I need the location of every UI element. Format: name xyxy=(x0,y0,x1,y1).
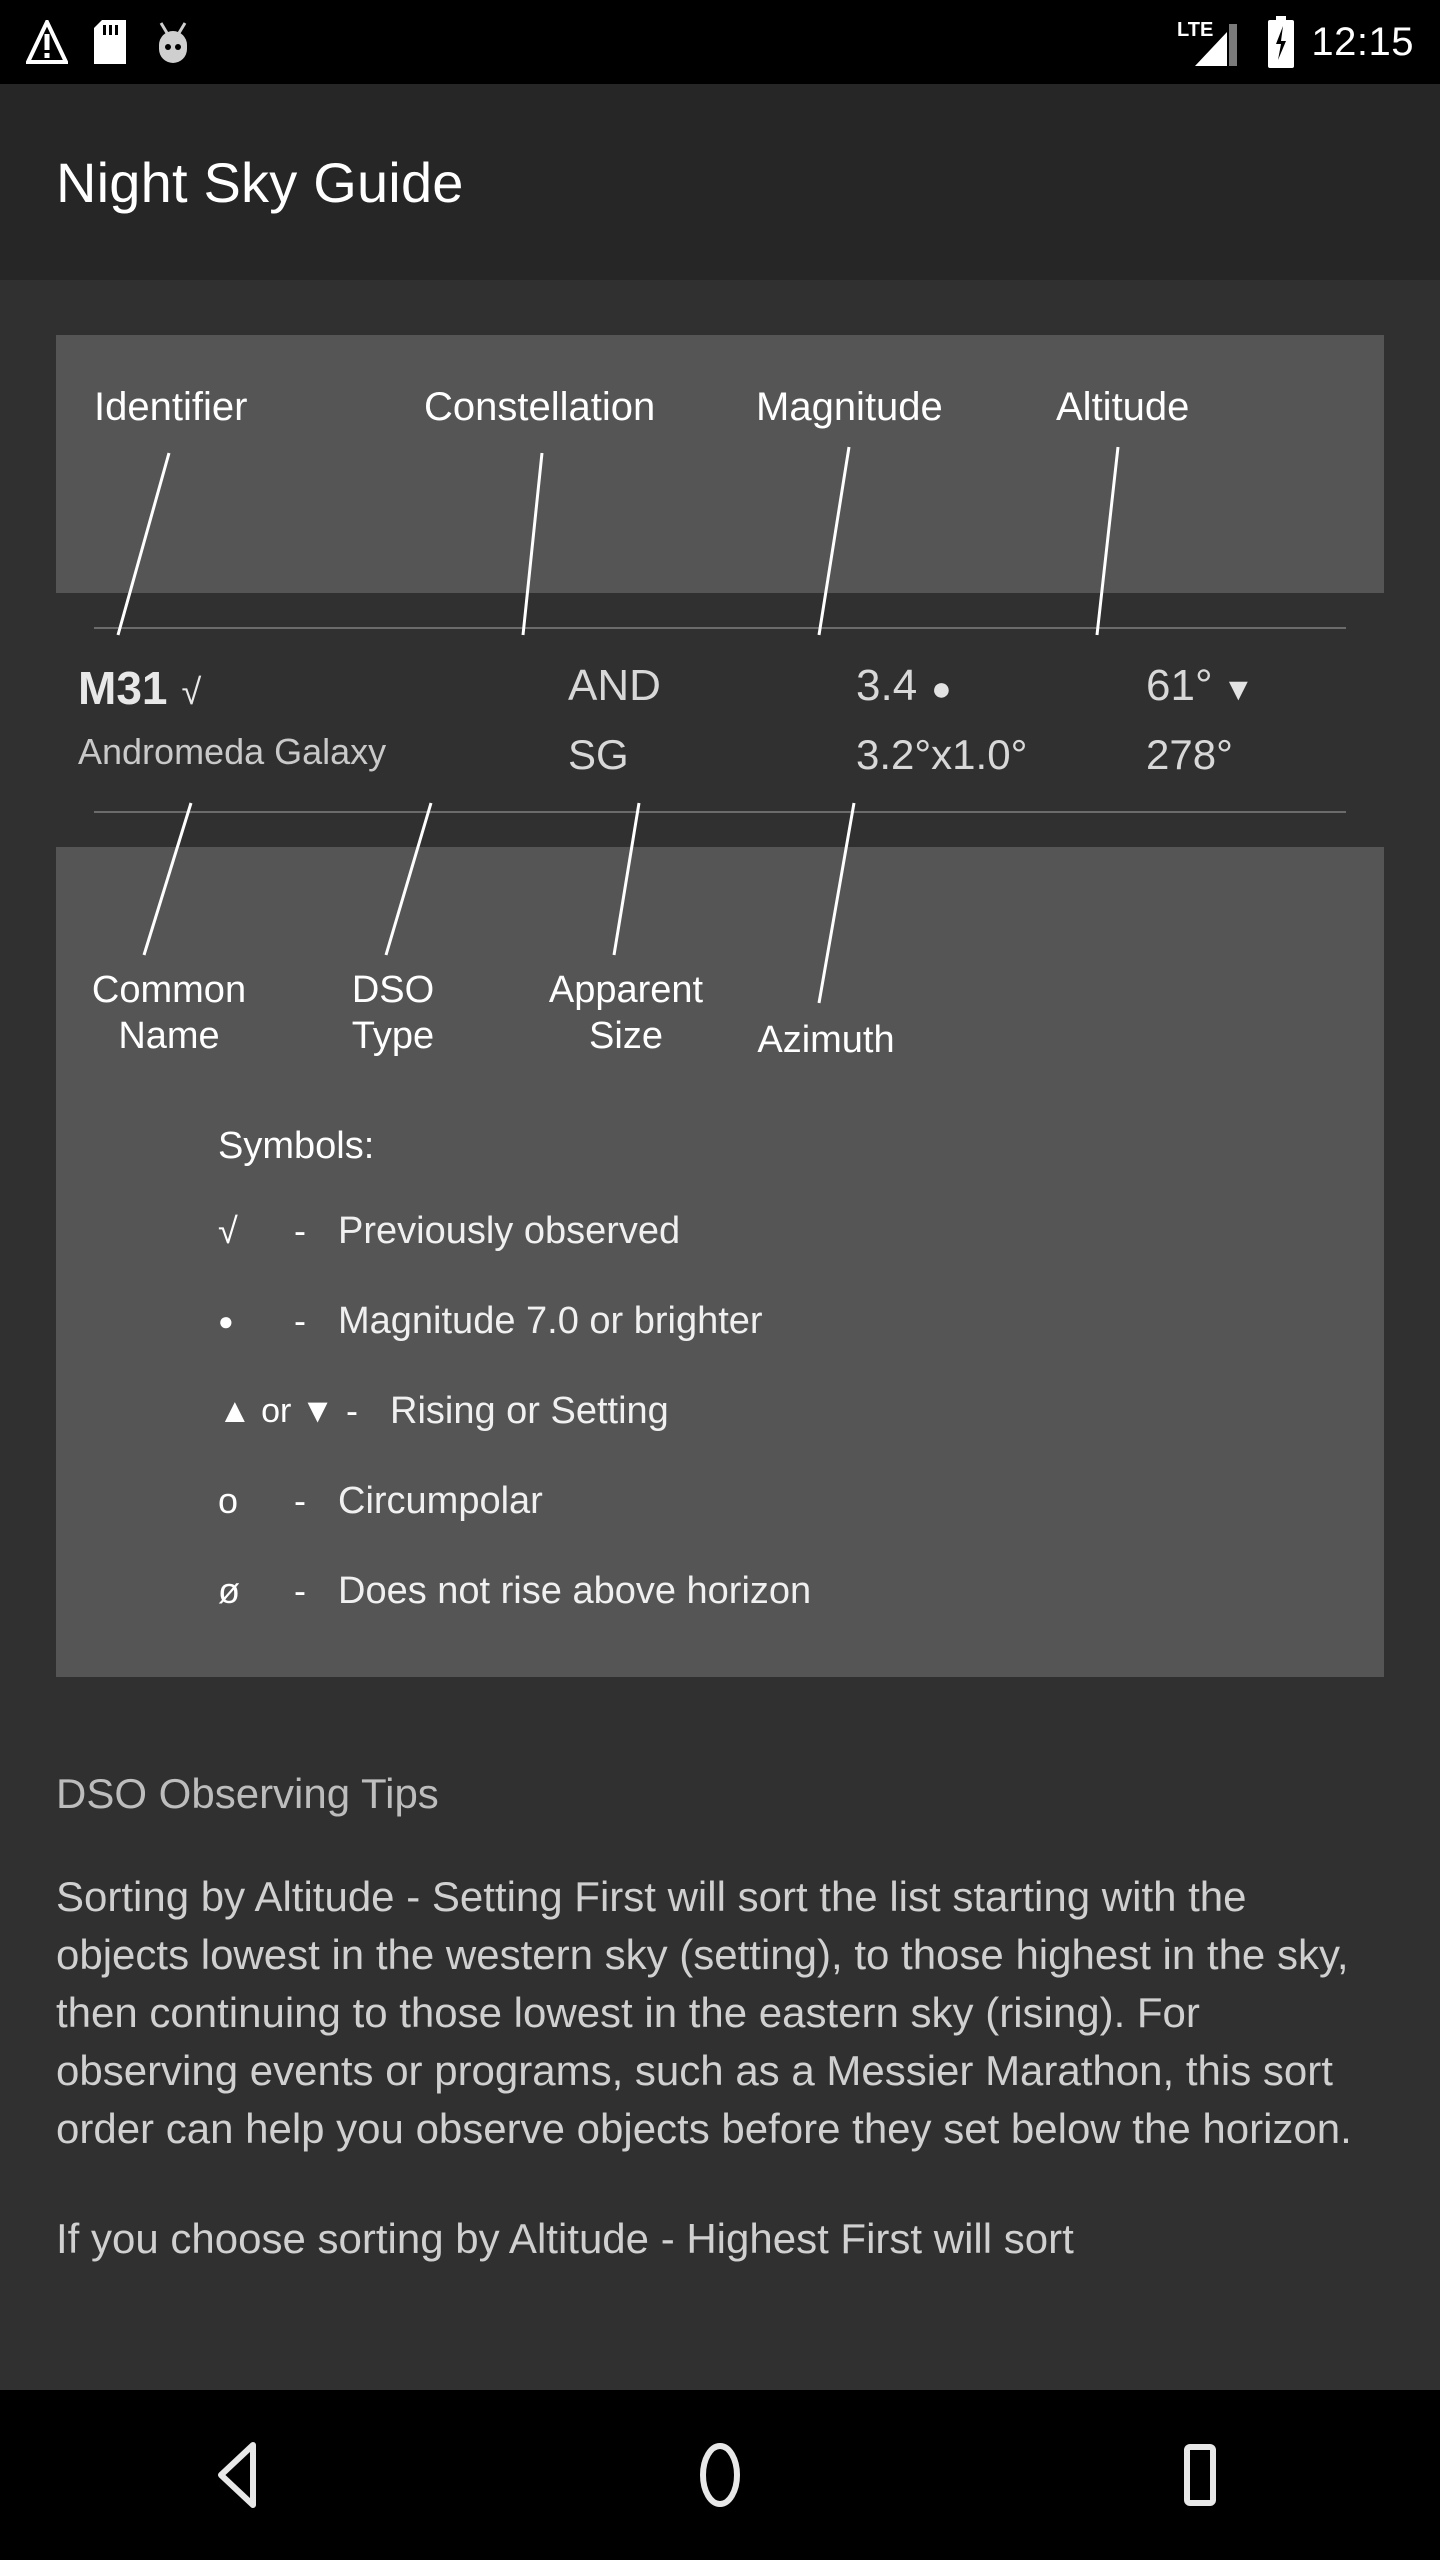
row-primary-line: M31 √ AND 3.4 ● 61° ▼ xyxy=(56,661,1384,723)
bright-dot-icon: ● xyxy=(931,670,952,708)
row-identifier-cell: M31 √ xyxy=(78,661,201,715)
dso-type-value: SG xyxy=(568,731,629,778)
dot-glyph-icon: ● xyxy=(218,1305,234,1336)
tips-heading: DSO Observing Tips xyxy=(56,1770,439,1817)
lte-signal-icon: LTE xyxy=(1177,19,1238,66)
legend-text-rising-setting: Rising or Setting xyxy=(390,1389,669,1432)
tips-section: DSO Observing Tips Sorting by Altitude -… xyxy=(56,1770,1386,2320)
row-magnitude-cell: 3.4 ● xyxy=(856,661,952,711)
legend-text-never-rises: Does not rise above horizon xyxy=(338,1569,812,1612)
label-dso-type: DSO Type xyxy=(351,969,435,1057)
android-navigation-bar xyxy=(0,2390,1440,2560)
legend-item-rising-setting: ▲ or ▼ - Rising or Setting xyxy=(218,1384,1218,1438)
page-title: Night Sky Guide xyxy=(56,150,464,214)
row-secondary-line: Andromeda Galaxy SG 3.2°x1.0° 278° xyxy=(56,731,1384,787)
label-common-name: Common Name xyxy=(91,969,247,1057)
triangle-glyphs-icon: ▲ or ▼ xyxy=(218,1391,335,1430)
recents-square-icon xyxy=(1184,2444,1216,2506)
legend-item-observed: √ - Previously observed xyxy=(218,1204,1218,1258)
apparent-size-value: 3.2°x1.0° xyxy=(856,731,1028,778)
scroll-content[interactable]: M31 √ AND 3.4 ● 61° ▼ Andromeda Galaxy SG xyxy=(0,280,1440,2390)
recents-button[interactable] xyxy=(1120,2415,1280,2535)
battery-charging-icon xyxy=(1268,16,1295,68)
diagram-top-band xyxy=(56,335,1384,593)
common-name-value: Andromeda Galaxy xyxy=(78,731,387,772)
home-circle-icon xyxy=(700,2443,740,2507)
row-legend-diagram: M31 √ AND 3.4 ● 61° ▼ Andromeda Galaxy SG xyxy=(56,335,1384,1677)
row-altitude-cell: 61° ▼ xyxy=(1146,661,1254,711)
legend-text-observed: Previously observed xyxy=(338,1209,681,1252)
label-apparent-size: Apparent Size xyxy=(548,969,704,1057)
legend-dash: - xyxy=(294,1480,306,1521)
row-divider-top xyxy=(94,627,1346,629)
row-azimuth-cell: 278° xyxy=(1146,731,1233,779)
legend-item-bright: ● - Magnitude 7.0 or brighter xyxy=(218,1294,1218,1348)
row-apparent-size-cell: 3.2°x1.0° xyxy=(856,731,1027,779)
back-triangle-icon xyxy=(218,2442,256,2508)
warning-triangle-icon xyxy=(26,20,68,64)
app-bar: Night Sky Guide xyxy=(0,84,1440,280)
legend-dash: - xyxy=(294,1210,306,1251)
constellation-value: AND xyxy=(568,661,661,710)
legend-dash: - xyxy=(294,1570,306,1611)
tips-paragraph-1: Sorting by Altitude - Setting First will… xyxy=(56,1873,1352,2152)
row-constellation-cell: AND xyxy=(568,661,661,711)
android-head-icon xyxy=(159,22,187,63)
row-common-name-cell: Andromeda Galaxy xyxy=(78,731,386,773)
tips-paragraph-2: If you choose sorting by Altitude - High… xyxy=(56,2215,1074,2262)
status-bar: LTE 12:15 xyxy=(0,0,1440,84)
label-constellation: Constellation xyxy=(424,385,656,429)
svg-text:LTE: LTE xyxy=(1177,19,1213,41)
sample-dso-row[interactable]: M31 √ AND 3.4 ● 61° ▼ Andromeda Galaxy SG xyxy=(56,593,1384,847)
symbols-legend: Symbols: √ - Previously observed ● - Mag… xyxy=(218,1125,1218,1654)
circle-glyph-icon: o xyxy=(218,1480,239,1521)
legend-dash: - xyxy=(346,1390,358,1431)
row-dso-type-cell: SG xyxy=(568,731,629,779)
sd-card-icon xyxy=(94,20,126,64)
magnitude-value: 3.4 xyxy=(856,661,918,710)
legend-item-never-rises: ø - Does not rise above horizon xyxy=(218,1564,1218,1618)
legend-dash: - xyxy=(294,1300,306,1341)
label-altitude: Altitude xyxy=(1056,385,1190,429)
legend-item-circumpolar: o - Circumpolar xyxy=(218,1474,1218,1528)
status-bar-clock: 12:15 xyxy=(1311,19,1414,64)
legend-text-circumpolar: Circumpolar xyxy=(338,1479,543,1522)
home-button[interactable] xyxy=(640,2415,800,2535)
check-glyph-icon: √ xyxy=(218,1210,238,1251)
status-bar-right-icons: LTE 12:15 xyxy=(1175,16,1414,68)
identifier-value: M31 xyxy=(78,662,168,714)
label-identifier: Identifier xyxy=(94,385,248,429)
altitude-value: 61° xyxy=(1146,661,1213,710)
azimuth-value: 278° xyxy=(1146,731,1233,778)
legend-text-bright: Magnitude 7.0 or brighter xyxy=(338,1299,763,1342)
setting-down-arrow-icon: ▼ xyxy=(1222,671,1255,707)
label-azimuth: Azimuth xyxy=(757,1019,895,1061)
slashed-circle-glyph-icon: ø xyxy=(218,1570,240,1611)
back-button[interactable] xyxy=(160,2415,320,2535)
label-magnitude: Magnitude xyxy=(756,385,943,429)
row-divider-bottom xyxy=(94,811,1346,813)
status-bar-left-icons xyxy=(26,19,194,65)
symbols-legend-title: Symbols: xyxy=(218,1125,375,1167)
observed-check-icon: √ xyxy=(181,671,202,712)
